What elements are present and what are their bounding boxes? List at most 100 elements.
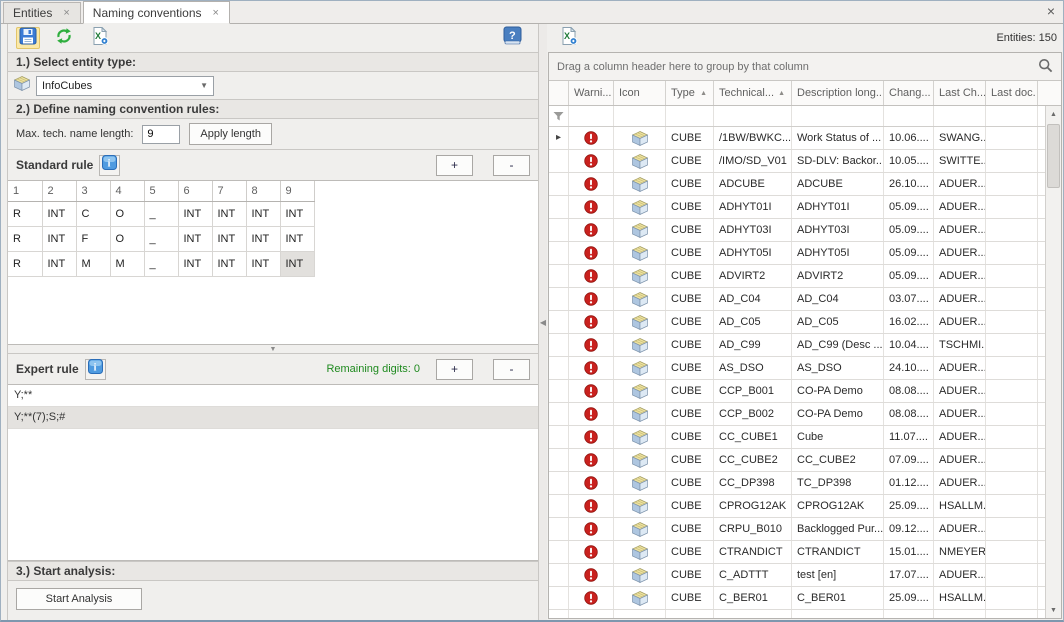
standard-rule-cell[interactable]: INT — [280, 201, 314, 226]
table-row[interactable]: CUBECTRANDICTCTRANDICT15.01....NMEYER — [549, 541, 1061, 564]
column-header-last_doc[interactable]: Last doc. — [986, 81, 1038, 105]
group-by-bar[interactable]: Drag a column header here to group by th… — [549, 53, 1061, 81]
panel-splitter[interactable]: ◀ — [539, 24, 547, 620]
standard-rule-add-button[interactable]: + — [436, 155, 473, 176]
standard-rule-col-5[interactable]: 5 — [144, 181, 178, 201]
standard-rule-cell[interactable]: INT — [212, 201, 246, 226]
standard-rule-cell[interactable]: INT — [178, 201, 212, 226]
entity-type-combobox[interactable]: InfoCubes ▼ — [36, 76, 214, 96]
filter-cell-icon[interactable] — [614, 106, 666, 126]
standard-rule-cell[interactable]: F — [76, 226, 110, 251]
standard-rule-cell[interactable]: INT — [42, 226, 76, 251]
filter-cell-type[interactable] — [666, 106, 714, 126]
table-row[interactable]: CUBEAS_DSOAS_DSO24.10....ADUER... — [549, 357, 1061, 380]
apply-length-button[interactable]: Apply length — [189, 123, 272, 145]
standard-rule-cell[interactable]: O — [110, 226, 144, 251]
scrollbar-thumb[interactable] — [1047, 124, 1060, 188]
filter-cell-technical[interactable] — [714, 106, 792, 126]
standard-rule-col-6[interactable]: 6 — [178, 181, 212, 201]
standard-rule-cell[interactable]: _ — [144, 201, 178, 226]
standard-rule-info-button[interactable]: i — [99, 155, 120, 176]
standard-rule-remove-button[interactable]: - — [493, 155, 530, 176]
table-row[interactable]: CUBEC_ADTTTtest [en]17.07....ADUER... — [549, 564, 1061, 587]
standard-rule-cell[interactable]: INT — [246, 251, 280, 276]
standard-rule-row[interactable]: RINTCO_INTINTINTINT — [8, 201, 320, 226]
filter-cell-last_doc[interactable] — [986, 106, 1038, 126]
table-row[interactable]: CUBECC_DP398TC_DP39801.12....ADUER... — [549, 472, 1061, 495]
standard-rule-col-2[interactable]: 2 — [42, 181, 76, 201]
standard-rule-cell[interactable]: M — [76, 251, 110, 276]
help-button[interactable]: ? — [500, 27, 524, 49]
standard-rule-col-4[interactable]: 4 — [110, 181, 144, 201]
standard-rule-cell[interactable]: _ — [144, 251, 178, 276]
standard-rule-cell[interactable]: INT — [178, 226, 212, 251]
table-row[interactable]: CUBEADHYT03IADHYT03I05.09....ADUER... — [549, 219, 1061, 242]
chevron-down-icon[interactable]: ▼ — [200, 81, 208, 90]
standard-rule-cell[interactable]: R — [8, 226, 42, 251]
standard-rule-cell[interactable]: INT — [42, 201, 76, 226]
standard-rule-row[interactable]: RINTMM_INTINTINTINT — [8, 251, 320, 276]
expert-rule-row[interactable]: Y;**(7);S;# — [8, 407, 538, 429]
expert-rule-row[interactable]: Y;** — [8, 385, 538, 407]
standard-rule-cell[interactable]: INT — [246, 226, 280, 251]
standard-rule-col-7[interactable]: 7 — [212, 181, 246, 201]
standard-rule-cell[interactable]: INT — [212, 226, 246, 251]
vertical-scrollbar[interactable]: ▲ ▼ — [1045, 106, 1061, 618]
tab-entities-close-icon[interactable]: × — [62, 7, 70, 19]
table-row[interactable]: CUBE/IMO/SD_V01SD-DLV: Backor...10.05...… — [549, 150, 1061, 173]
table-row[interactable]: ▸CUBE/1BW/BWKC...Work Status of ...10.06… — [549, 127, 1061, 150]
start-analysis-button[interactable]: Start Analysis — [16, 588, 142, 610]
standard-rule-cell[interactable]: M — [110, 251, 144, 276]
standard-rule-cell[interactable]: INT — [178, 251, 212, 276]
filter-cell-description[interactable] — [792, 106, 884, 126]
column-header-type[interactable]: Type▲ — [666, 81, 714, 105]
standard-rule-cell[interactable]: R — [8, 251, 42, 276]
column-header-icon[interactable]: Icon — [614, 81, 666, 105]
table-row[interactable]: CUBEAD_C05AD_C0516.02....ADUER... — [549, 311, 1061, 334]
table-row[interactable]: CUBEADHYT05IADHYT05I05.09....ADUER... — [549, 242, 1061, 265]
export-excel-button[interactable]: X — [88, 27, 112, 49]
table-row[interactable]: CUBECPROG12AKCPROG12AK25.09....HSALLM... — [549, 495, 1061, 518]
standard-rule-cell[interactable]: INT — [212, 251, 246, 276]
filter-cell-changed[interactable] — [884, 106, 934, 126]
rule-splitter[interactable]: ▼ — [8, 345, 538, 353]
table-row[interactable]: CUBECC_CUBE2CC_CUBE207.09....ADUER... — [549, 449, 1061, 472]
tab-entities[interactable]: Entities × — [3, 2, 81, 23]
standard-rule-cell[interactable]: INT — [42, 251, 76, 276]
table-row[interactable]: CUBECC_CUBE1Cube11.07....ADUER... — [549, 426, 1061, 449]
table-row[interactable]: CUBECRPU_B010Backlogged Pur...09.12....A… — [549, 518, 1061, 541]
filter-cell-warning[interactable] — [569, 106, 614, 126]
standard-rule-cell[interactable]: _ — [144, 226, 178, 251]
table-row[interactable]: CUBEAD_C99AD_C99 (Desc ...10.04....TSCHM… — [549, 334, 1061, 357]
column-header-changed[interactable]: Chang... — [884, 81, 934, 105]
standard-rule-col-8[interactable]: 8 — [246, 181, 280, 201]
standard-rule-col-1[interactable]: 1 — [8, 181, 42, 201]
refresh-button[interactable] — [52, 27, 76, 49]
scroll-down-icon[interactable]: ▼ — [1046, 602, 1062, 618]
standard-rule-cell[interactable]: INT — [280, 226, 314, 251]
table-row[interactable]: CUBEAD_C04AD_C0403.07....ADUER... — [549, 288, 1061, 311]
close-icon[interactable]: × — [1047, 4, 1055, 18]
standard-rule-row[interactable]: RINTFO_INTINTINTINT — [8, 226, 320, 251]
tab-naming-conventions-close-icon[interactable]: × — [212, 7, 220, 19]
search-icon[interactable] — [1038, 58, 1053, 76]
standard-rule-cell[interactable]: INT — [246, 201, 280, 226]
standard-rule-col-3[interactable]: 3 — [76, 181, 110, 201]
column-header-warning[interactable]: Warni... — [569, 81, 614, 105]
column-header-technical[interactable]: Technical...▲ — [714, 81, 792, 105]
standard-rule-cell[interactable]: INT — [280, 251, 314, 276]
filter-icon[interactable] — [549, 106, 569, 126]
save-button[interactable] — [16, 27, 40, 49]
expert-rule-add-button[interactable]: + — [436, 359, 473, 380]
tab-naming-conventions[interactable]: Naming conventions × — [83, 1, 230, 24]
max-length-input[interactable] — [142, 125, 180, 144]
table-row[interactable]: CUBEADHYT01IADHYT01I05.09....ADUER... — [549, 196, 1061, 219]
table-row[interactable]: CUBEADCUBEADCUBE26.10....ADUER... — [549, 173, 1061, 196]
table-row[interactable]: CUBEADVIRT2ADVIRT205.09....ADUER... — [549, 265, 1061, 288]
standard-rule-col-9[interactable]: 9 — [280, 181, 314, 201]
table-row[interactable]: CUBEC_BER01C_BER0125.09....HSALLM... — [549, 587, 1061, 610]
standard-rule-cell[interactable]: R — [8, 201, 42, 226]
scrollbar-track[interactable] — [1046, 122, 1062, 602]
standard-rule-cell[interactable]: C — [76, 201, 110, 226]
expert-rule-remove-button[interactable]: - — [493, 359, 530, 380]
